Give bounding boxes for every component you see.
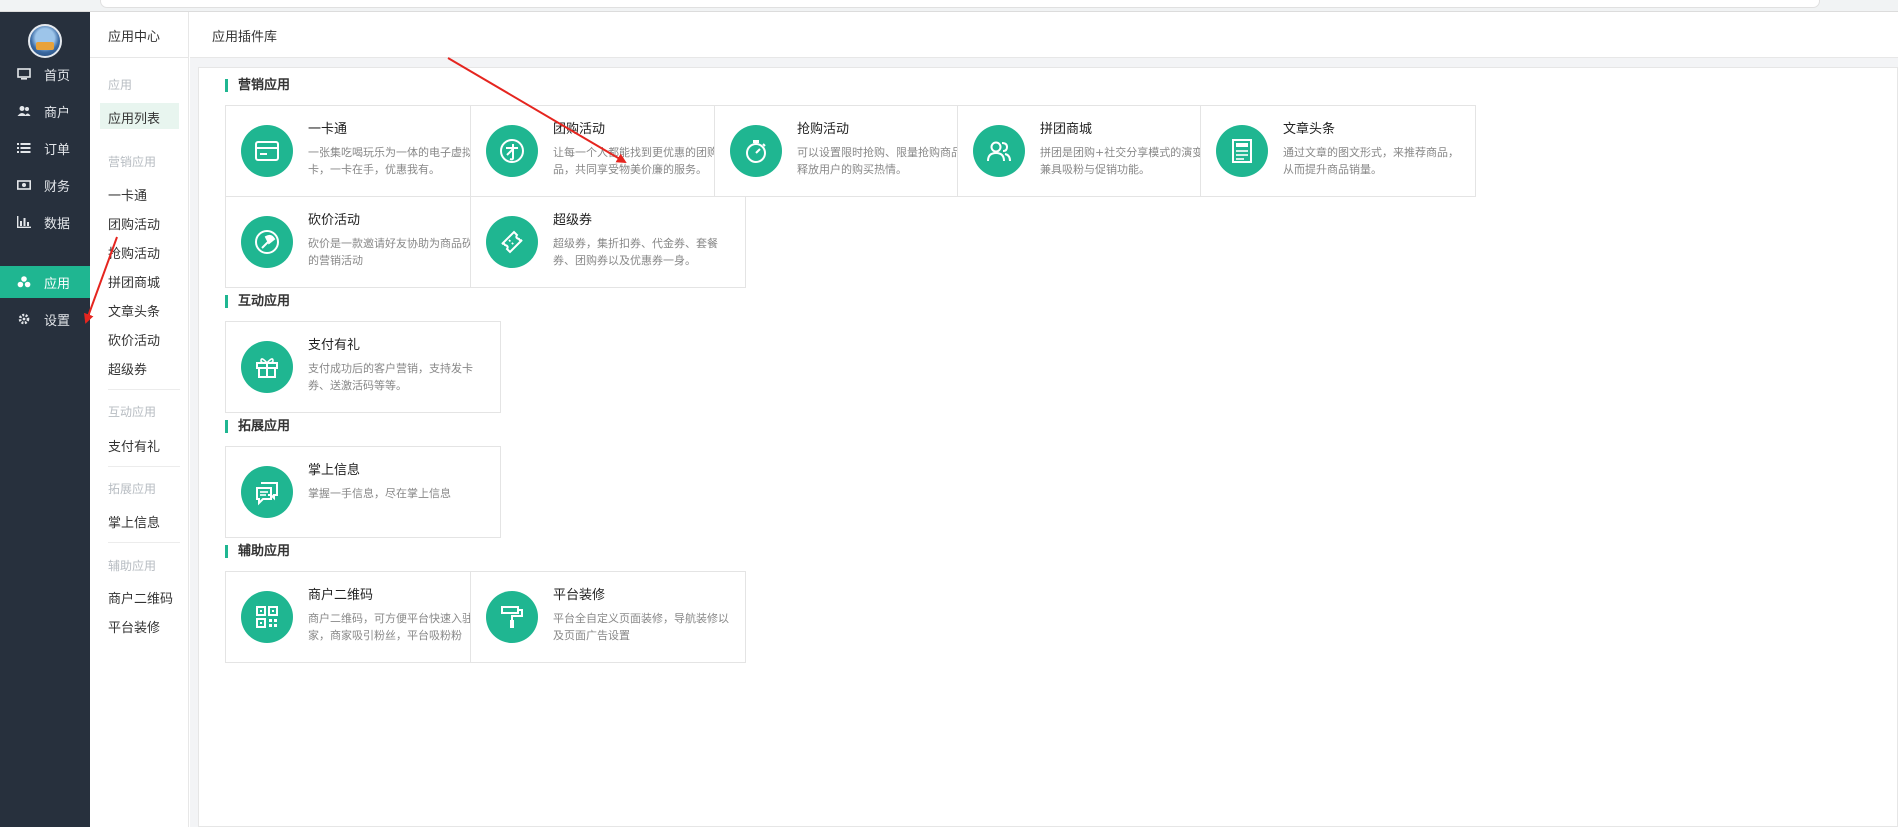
app-card-yikatong[interactable]: 一卡通 一张集吃喝玩乐为一体的电子虚拟卡，一卡在手，优惠我有。: [225, 105, 501, 197]
app-card-bargain[interactable]: 砍价活动 砍价是一款邀请好友协助为商品砍价的营销活动: [225, 196, 501, 288]
divider: [108, 466, 180, 467]
sub-item-interactive[interactable]: 支付有礼: [108, 436, 160, 455]
page-header: 应用插件库: [190, 12, 1898, 58]
sub-item-assist[interactable]: 平台装修: [108, 617, 160, 636]
group-label-app: 应用: [108, 78, 133, 92]
app-card-super-coupon[interactable]: 超级券 超级券，集折扣券、代金券、套餐券、团购券以及优惠券一身。: [470, 196, 746, 288]
card-icon: [241, 125, 293, 177]
sub-item-marketing[interactable]: 抢购活动: [108, 243, 160, 262]
card-title: 支付有礼: [308, 338, 361, 353]
section-title-extend: 拓展应用: [225, 420, 290, 433]
app-card-flash-sale[interactable]: 抢购活动 可以设置限时抢购、限量抢购商品，释放用户的购买热情。: [714, 105, 990, 197]
app-card-palm-info[interactable]: 掌上信息 掌握一手信息，尽在掌上信息: [225, 446, 501, 538]
section-title-interactive: 互动应用: [225, 295, 290, 308]
people-icon: [973, 125, 1025, 177]
address-bar[interactable]: [100, 0, 1820, 8]
logo[interactable]: [28, 24, 62, 58]
app-card-article[interactable]: 文章头条 通过文章的图文形式，来推荐商品，从而提升商品销量。: [1200, 105, 1476, 197]
stopwatch-icon: [730, 125, 782, 177]
users-icon: [17, 105, 31, 117]
paint-roller-icon: [486, 591, 538, 643]
sub-sidebar-title: 应用中心: [90, 12, 189, 58]
divider: [108, 389, 180, 390]
card-title: 文章头条: [1283, 122, 1336, 137]
app-library-panel: 营销应用 一卡通 一张集吃喝玩乐为一体的电子虚拟卡，一卡在手，优惠我有。 团购活…: [198, 67, 1898, 827]
nav-label: 应用: [44, 276, 71, 292]
group-label-extend: 拓展应用: [108, 482, 157, 496]
card-title: 团购活动: [553, 122, 606, 137]
divider: [108, 542, 180, 543]
sub-item-marketing[interactable]: 团购活动: [108, 214, 160, 233]
nav-item-merchants[interactable]: 商户: [0, 95, 90, 127]
sub-item-marketing[interactable]: 文章头条: [108, 301, 160, 320]
nav-label: 商户: [44, 105, 71, 121]
group-label-interactive: 互动应用: [108, 405, 157, 419]
sub-item-marketing[interactable]: 拼团商城: [108, 272, 160, 291]
app-card-pintuan[interactable]: 拼团商城 拼团是团购+社交分享模式的演变，兼具吸粉与促销功能。: [957, 105, 1233, 197]
card-desc: 一张集吃喝玩乐为一体的电子虚拟卡，一卡在手，优惠我有。: [308, 146, 473, 176]
cubes-icon: [17, 276, 31, 288]
gift-icon: [241, 341, 293, 393]
nav-item-apps[interactable]: 应用: [0, 266, 90, 298]
section-title-marketing: 营销应用: [225, 79, 290, 92]
card-title: 一卡通: [308, 122, 348, 137]
list-icon: [17, 142, 31, 154]
nav-item-data[interactable]: 数据: [0, 206, 90, 238]
news-icon: [1216, 125, 1268, 177]
card-title: 超级券: [553, 213, 593, 228]
nav-item-home[interactable]: 首页: [0, 58, 90, 90]
gear-icon: [17, 313, 31, 325]
sub-sidebar: 应用中心 应用 应用列表 营销应用 一卡通 团购活动 抢购活动 拼团商城 文章头…: [90, 12, 189, 827]
section-title-assist: 辅助应用: [225, 545, 290, 558]
main-content: 营销应用 一卡通 一张集吃喝玩乐为一体的电子虚拟卡，一卡在手，优惠我有。 团购活…: [190, 58, 1898, 827]
app-card-pay-gift[interactable]: 支付有礼 支付成功后的客户营销，支持发卡券、送激活码等等。: [225, 321, 501, 413]
nav-item-orders[interactable]: 订单: [0, 132, 90, 164]
browser-toolbar: [0, 0, 1898, 12]
nav-label: 数据: [44, 216, 71, 232]
app-card-group-buy[interactable]: 团购活动 让每一个人都能找到更优惠的团购商品，共同享受物美价廉的服务。: [470, 105, 746, 197]
card-desc: 可以设置限时抢购、限量抢购商品，释放用户的购买热情。: [797, 146, 973, 176]
card-desc: 平台全自定义页面装修，导航装修以及页面广告设置: [553, 612, 729, 642]
card-desc: 支付成功后的客户营销，支持发卡券、送激活码等等。: [308, 362, 473, 392]
monitor-icon: [17, 68, 31, 80]
card-desc: 砍价是一款邀请好友协助为商品砍价的营销活动: [308, 237, 484, 267]
card-title: 平台装修: [553, 588, 606, 603]
ticket-icon: [486, 216, 538, 268]
nav-item-finance[interactable]: 财务: [0, 169, 90, 201]
app-card-merchant-qrcode[interactable]: 商户二维码 商户二维码，可方便平台快速入驻商家，商家吸引粉丝，平台吸粉粉: [225, 571, 501, 663]
card-desc: 商户二维码，可方便平台快速入驻商家，商家吸引粉丝，平台吸粉粉: [308, 612, 484, 642]
card-title: 砍价活动: [308, 213, 361, 228]
sub-item-marketing[interactable]: 超级券: [108, 359, 147, 378]
card-desc: 超级券，集折扣券、代金券、套餐券、团购券以及优惠券一身。: [553, 237, 718, 267]
sub-item-extend[interactable]: 掌上信息: [108, 512, 160, 531]
chat-icon: [241, 466, 293, 518]
card-desc: 让每一个人都能找到更优惠的团购商品，共同享受物美价廉的服务。: [553, 146, 729, 176]
card-title: 掌上信息: [308, 463, 361, 478]
money-icon: [17, 179, 31, 191]
sub-item-app-list[interactable]: 应用列表: [100, 103, 179, 129]
nav-label: 设置: [44, 313, 71, 329]
nav-label: 订单: [44, 142, 71, 158]
main-sidebar: 首页 商户 订单 财务 数据 应用 设置: [0, 12, 90, 827]
nav-label: 首页: [44, 68, 71, 84]
card-title: 商户二维码: [308, 588, 374, 603]
sub-item-marketing[interactable]: 一卡通: [108, 185, 147, 204]
nav-item-settings[interactable]: 设置: [0, 303, 90, 335]
card-title: 抢购活动: [797, 122, 850, 137]
group-buy-icon: [486, 125, 538, 177]
sub-item-assist[interactable]: 商户二维码: [108, 588, 173, 607]
axe-icon: [241, 216, 293, 268]
nav-label: 财务: [44, 179, 71, 195]
group-label-marketing: 营销应用: [108, 155, 157, 169]
card-desc: 通过文章的图文形式，来推荐商品，从而提升商品销量。: [1283, 146, 1459, 176]
page-title: 应用插件库: [212, 30, 278, 45]
app-card-platform-decor[interactable]: 平台装修 平台全自定义页面装修，导航装修以及页面广告设置: [470, 571, 746, 663]
card-title: 拼团商城: [1040, 122, 1093, 137]
bar-chart-icon: [17, 216, 31, 228]
group-label-assist: 辅助应用: [108, 559, 157, 573]
qrcode-icon: [241, 591, 293, 643]
card-desc: 拼团是团购+社交分享模式的演变，兼具吸粉与促销功能。: [1040, 146, 1215, 176]
sub-item-marketing[interactable]: 砍价活动: [108, 330, 160, 349]
card-desc: 掌握一手信息，尽在掌上信息: [308, 487, 451, 500]
